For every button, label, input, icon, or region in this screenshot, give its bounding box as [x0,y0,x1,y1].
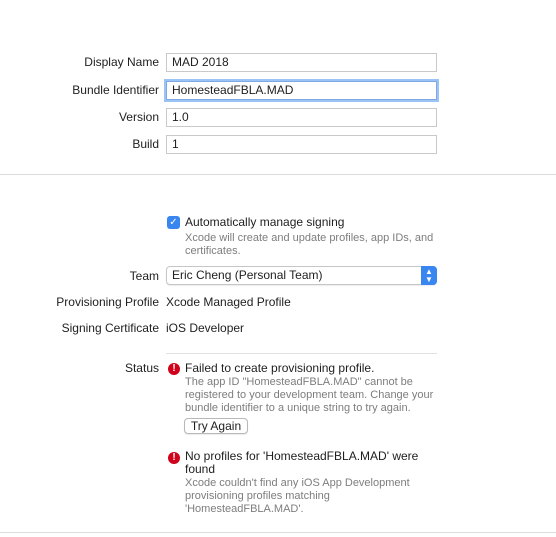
auto-manage-signing-label[interactable]: Automatically manage signing [185,215,344,230]
error2-title-line2: found [185,462,216,476]
provisioning-profile-value: Xcode Managed Profile [166,295,291,309]
version-label: Version [118,110,159,124]
build-label: Build [132,137,159,151]
error2-desc-line1: Xcode couldn't find any iOS App Developm… [185,477,410,489]
error2-title-line1: No profiles for 'HomesteadFBLA.MAD' were [185,449,419,463]
error2-desc-line3: 'HomesteadFBLA.MAD'. [185,503,304,515]
team-select[interactable]: Eric Cheng (Personal Team) ▲ ▼ [166,266,437,285]
error2-desc-line2: provisioning profiles matching [185,490,330,502]
error1-desc-line1: The app ID "HomesteadFBLA.MAD" cannot be [185,376,413,388]
auto-manage-signing-checkbox[interactable]: ✓ [167,216,180,229]
error1-desc-line3: bundle identifier to a unique string to … [185,402,411,414]
error1-title: Failed to create provisioning profile. [185,361,375,375]
status-divider [166,353,437,354]
checkmark-icon: ✓ [169,217,178,228]
bundle-identifier-label: Bundle Identifier [72,83,159,97]
version-field[interactable]: 1.0 [166,108,437,127]
team-label: Team [129,269,159,283]
display-name-field[interactable]: MAD 2018 [166,53,437,72]
signing-certificate-value: iOS Developer [166,321,245,335]
try-again-button[interactable]: Try Again [184,418,248,434]
team-select-value: Eric Cheng (Personal Team) [172,268,323,282]
auto-manage-help-line1: Xcode will create and update profiles, a… [185,232,434,244]
status-label: Status [124,361,159,375]
error-icon: ! [168,363,180,375]
build-field[interactable]: 1 [166,135,437,154]
chevron-updown-icon: ▲ ▼ [421,266,437,285]
provisioning-profile-label: Provisioning Profile [56,295,159,309]
section-divider [0,174,556,175]
error-icon: ! [168,452,180,464]
signing-certificate-label: Signing Certificate [61,321,159,335]
display-name-label: Display Name [84,55,159,69]
auto-manage-help-line2: certificates. [185,245,241,257]
bundle-identifier-field[interactable]: HomesteadFBLA.MAD [166,81,437,100]
error1-desc-line2: registered to your development team. Cha… [185,389,434,401]
bottom-divider [0,532,556,533]
